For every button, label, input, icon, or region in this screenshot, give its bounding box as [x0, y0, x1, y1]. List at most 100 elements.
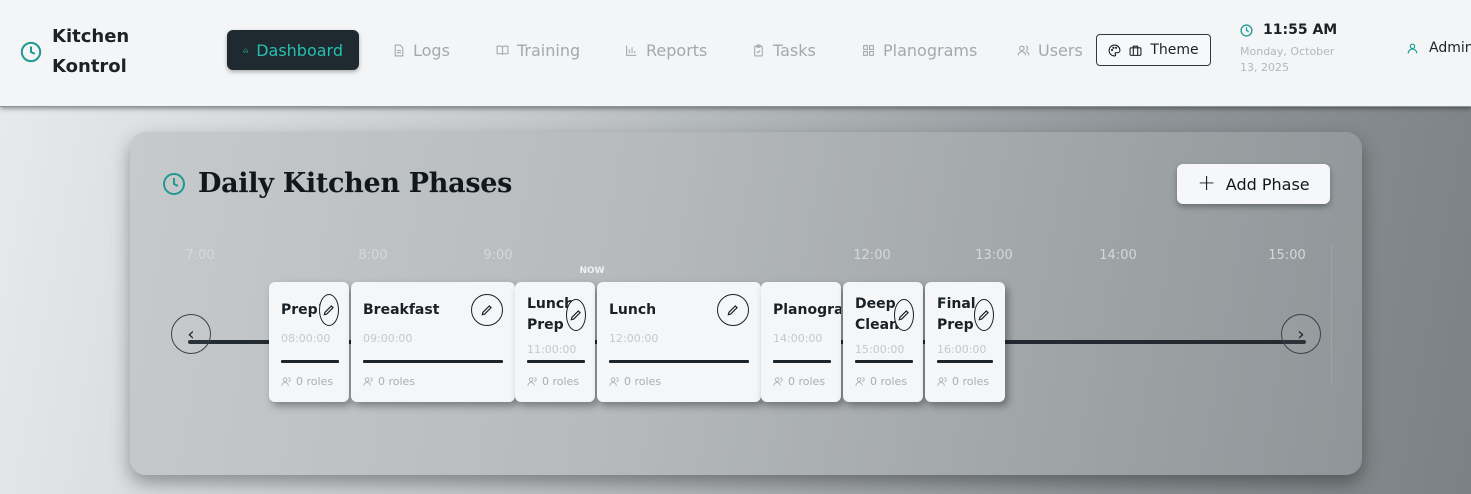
timeline-end-marker	[1331, 244, 1332, 384]
phase-progress-bar	[363, 360, 503, 363]
phase-card-planogram[interactable]: Planogram 14:00:00 0 roles	[761, 282, 841, 402]
nav-training[interactable]: Training	[496, 30, 580, 70]
phase-roles: 0 roles	[363, 375, 415, 388]
phase-roles: 0 roles	[773, 375, 825, 388]
phase-card-final-prep[interactable]: Final Prep 16:00:00 0 roles	[925, 282, 1005, 402]
user-name: Admin	[1429, 40, 1471, 56]
users-icon	[281, 377, 291, 386]
phase-time: 12:00:00	[609, 332, 659, 345]
phase-time: 08:00:00	[281, 332, 331, 345]
book-icon	[496, 45, 509, 55]
phase-roles: 0 roles	[527, 375, 579, 388]
roles-count: 0 roles	[952, 375, 990, 388]
phase-name: Breakfast	[363, 302, 440, 318]
edit-phase-button[interactable]	[974, 299, 994, 331]
phase-roles: 0 roles	[281, 375, 333, 388]
phase-card-breakfast[interactable]: Breakfast 09:00:00 0 roles	[351, 282, 515, 402]
roles-count: 0 roles	[296, 375, 334, 388]
card-header: Daily Kitchen Phases	[162, 168, 512, 199]
time-tick: 12:00	[853, 248, 891, 263]
card-title: Daily Kitchen Phases	[198, 168, 512, 199]
home-icon	[243, 47, 248, 53]
users-icon	[1017, 45, 1030, 55]
user-menu[interactable]: Admin	[1406, 40, 1471, 56]
users-icon	[855, 377, 865, 386]
add-phase-label: Add Phase	[1225, 174, 1310, 194]
roles-count: 0 roles	[624, 375, 662, 388]
edit-phase-button[interactable]	[894, 299, 914, 331]
daily-phases-card: Daily Kitchen Phases + Add Phase 7:00 8:…	[130, 132, 1362, 475]
current-date: Monday, October 13, 2025	[1240, 45, 1335, 74]
phase-name: Lunch	[609, 302, 657, 318]
pencil-icon	[481, 305, 492, 316]
phase-progress-bar	[937, 360, 993, 363]
time-tick: 13:00	[975, 248, 1013, 263]
nav-label: Users	[1038, 40, 1083, 60]
edit-phase-button[interactable]	[717, 294, 749, 326]
roles-count: 0 roles	[378, 375, 416, 388]
roles-count: 0 roles	[870, 375, 908, 388]
nav-dashboard[interactable]: Dashboard	[227, 30, 359, 70]
phase-roles: 0 roles	[937, 375, 989, 388]
phase-roles: 0 roles	[855, 375, 907, 388]
nav-label: Planograms	[883, 40, 978, 60]
nav-label: Tasks	[773, 40, 816, 60]
pencil-icon	[727, 305, 738, 316]
phase-card-deep-clean[interactable]: Deep Clean 15:00:00 0 roles	[843, 282, 923, 402]
edit-phase-button[interactable]	[566, 299, 586, 331]
edit-phase-button[interactable]	[471, 294, 503, 326]
nav-planograms[interactable]: Planograms	[862, 30, 977, 70]
clock-icon	[1240, 23, 1253, 37]
phase-card-prep1[interactable]: Prep1 08:00:00 0 roles	[269, 282, 349, 402]
nav-label: Reports	[646, 40, 708, 60]
edit-phase-button[interactable]	[319, 294, 339, 326]
nav-reports[interactable]: Reports	[625, 30, 707, 70]
chevron-left-icon: ‹	[187, 323, 195, 345]
clock-icon	[20, 41, 42, 63]
chevron-right-icon: ›	[1297, 323, 1305, 345]
users-icon	[937, 377, 947, 386]
grid-icon	[863, 44, 874, 56]
time-tick: 15:00	[1268, 248, 1306, 263]
scroll-right-button[interactable]: ›	[1281, 314, 1321, 354]
phase-time: 15:00:00	[855, 343, 905, 356]
nav-label: Dashboard	[256, 40, 343, 60]
users-icon	[773, 377, 783, 386]
phase-card-lunch[interactable]: Lunch 12:00:00 0 roles	[597, 282, 761, 402]
brand[interactable]: Kitchen Kontrol	[20, 22, 142, 82]
nav-logs[interactable]: Logs	[392, 30, 450, 70]
phase-name: Deep Clean	[855, 296, 899, 333]
phase-progress-bar	[609, 360, 749, 363]
phase-progress-bar	[527, 360, 585, 363]
clock-icon	[163, 172, 185, 195]
document-icon	[394, 44, 404, 56]
phase-roles: 0 roles	[609, 375, 661, 388]
nav-users[interactable]: Users	[1017, 30, 1083, 70]
pencil-icon	[323, 305, 334, 316]
top-navigation-bar: Kitchen Kontrol Dashboard Logs Training …	[0, 0, 1471, 107]
phase-time: 11:00:00	[527, 343, 577, 356]
phase-time: 16:00:00	[937, 343, 987, 356]
users-icon	[363, 377, 373, 386]
time-tick: 9:00	[483, 248, 513, 263]
brand-name: Kitchen Kontrol	[52, 26, 130, 77]
nav-tasks[interactable]: Tasks	[752, 30, 816, 70]
phase-progress-bar	[281, 360, 339, 363]
scroll-left-button[interactable]: ‹	[171, 314, 211, 354]
clock-time-row: 11:55 AM	[1240, 22, 1350, 38]
theme-button[interactable]: Theme	[1096, 34, 1211, 66]
plus-icon: +	[1197, 171, 1216, 196]
time-tick: 8:00	[358, 248, 388, 263]
add-phase-button[interactable]: + Add Phase	[1177, 164, 1330, 204]
time-tick: 7:00	[185, 248, 215, 263]
clipboard-icon	[754, 44, 763, 56]
pencil-icon	[898, 310, 909, 321]
phase-progress-bar	[855, 360, 913, 363]
phase-time: 14:00:00	[773, 332, 823, 345]
roles-count: 0 roles	[788, 375, 826, 388]
theme-label: Theme	[1150, 42, 1199, 58]
briefcase-icon	[1129, 45, 1142, 56]
phase-card-lunch-prep[interactable]: Lunch Prep 11:00:00 0 roles	[515, 282, 595, 402]
bar-chart-icon	[626, 45, 637, 56]
nav-label: Training	[517, 40, 581, 60]
